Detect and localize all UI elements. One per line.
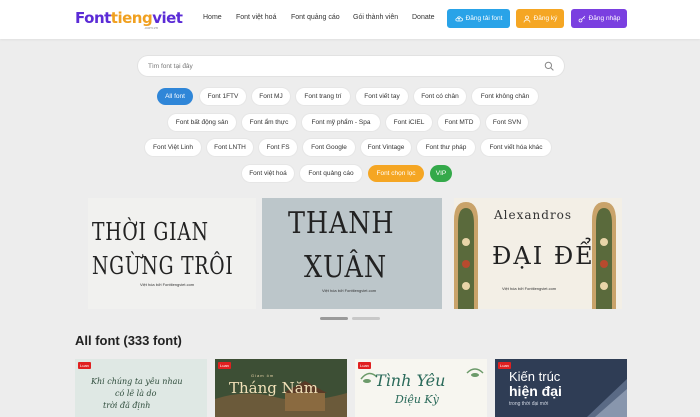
nav-home[interactable]: Home <box>203 14 222 21</box>
chip-font-mtd[interactable]: Font MTD <box>438 114 480 131</box>
chip-font-iciel[interactable]: Font iCIEL <box>386 114 432 131</box>
search-bar <box>138 56 564 76</box>
chip-font-khong-chan[interactable]: Font không chân <box>472 88 538 105</box>
card-badge: Luan <box>358 362 371 369</box>
card-badge: Luan <box>498 362 511 369</box>
chip-font-co-chan[interactable]: Font có chân <box>414 88 466 105</box>
chip-font-viet-hoa[interactable]: Font việt hoá <box>242 165 294 182</box>
banner-slide-thoi-gian[interactable]: THỜI GIAN NGỪNG TRÔI Việt hóa bởi Fontti… <box>88 198 256 309</box>
chip-font-google[interactable]: Font Google <box>303 139 355 156</box>
font-card-2[interactable]: Luan Giam ôm Tháng Năm <box>215 359 347 417</box>
all-font-heading: All font (333 font) <box>75 333 182 348</box>
banner-right-caption: Việt hóa bởi Fonttiengviet.com <box>502 286 557 291</box>
banner-left-line2: NGỪNG TRÔI <box>92 252 234 280</box>
nav-font-quang-cao[interactable]: Font quảng cáo <box>291 14 340 21</box>
login-button[interactable]: Đăng nhập <box>571 9 627 28</box>
register-button[interactable]: Đăng ký <box>516 9 564 28</box>
carousel-dot-1[interactable] <box>320 317 348 320</box>
carousel-dot-2[interactable] <box>352 317 380 320</box>
site-logo[interactable]: Fonttiengviet <box>75 9 183 27</box>
chip-font-svn[interactable]: Font SVN <box>486 114 528 131</box>
chip-font-viet-hoa-khac[interactable]: Font viết hóa khác <box>481 139 551 156</box>
upload-font-button[interactable]: Đăng tải font <box>447 9 510 28</box>
chip-font-mj[interactable]: Font MJ <box>252 88 290 105</box>
search-input[interactable] <box>148 60 528 72</box>
banner-center-line1: THANH <box>288 206 395 241</box>
key-icon <box>578 15 585 22</box>
nav-goi-thanh-vien[interactable]: Gói thành viên <box>353 14 398 21</box>
chip-font-thu-phap[interactable]: Font thư pháp <box>417 139 475 156</box>
chip-font-am-thuc[interactable]: Font ẩm thực <box>242 114 296 131</box>
chip-font-trang-tri[interactable]: Font trang trí <box>296 88 350 105</box>
chip-vip[interactable]: VIP <box>430 165 452 182</box>
banner-slide-dai-de[interactable]: Alexandros ĐẠI ĐỂ Việt hóa bởi Fonttieng… <box>454 198 622 309</box>
banner-right-line2: ĐẠI ĐỂ <box>492 242 595 270</box>
nav-font-viet-hoa[interactable]: Font việt hoá <box>236 14 276 21</box>
user-icon <box>523 15 530 23</box>
search-icon[interactable] <box>544 61 554 71</box>
banner-left-line1: THỜI GIAN <box>92 218 209 246</box>
logo-domain: .com.vn <box>144 25 159 30</box>
carousel-pagination <box>320 317 380 320</box>
chip-all-font[interactable]: All font <box>157 88 193 105</box>
font-card-3[interactable]: Luan Tình Yêu Diệu Kỳ <box>355 359 487 417</box>
card-badge: Luan <box>78 362 91 369</box>
chip-font-viet-linh[interactable]: Font Việt Linh <box>145 139 201 156</box>
chip-font-my-pham-spa[interactable]: Font mỹ phẩm - Spa <box>302 114 380 131</box>
chip-font-fs[interactable]: Font FS <box>259 139 297 156</box>
font-card-4[interactable]: Luan Kiến trúc hiện đại trong thời đại m… <box>495 359 627 417</box>
top-header: Fonttiengviet .com.vn Home Font việt hoá… <box>0 0 700 39</box>
chip-font-bat-dong-san[interactable]: Font bất động sản <box>168 114 236 131</box>
chip-font-lnth[interactable]: Font LNTH <box>207 139 253 156</box>
nav-donate[interactable]: Donate <box>412 14 435 21</box>
banner-slide-thanh-xuan[interactable]: THANH XUÂN Việt hóa bởi Fonttiengviet.co… <box>262 198 442 309</box>
chip-font-1ftv[interactable]: Font 1FTV <box>200 88 246 105</box>
chip-font-viet-tay[interactable]: Font viết tay <box>356 88 408 105</box>
font-card-1[interactable]: Luan Khi chúng ta yêu nhau có lẽ là do t… <box>75 359 207 417</box>
chip-font-quang-cao[interactable]: Font quảng cáo <box>300 165 362 182</box>
card-badge: Luan <box>218 362 231 369</box>
banner-right-line1: Alexandros <box>494 208 573 222</box>
banner-center-caption: Việt hóa bởi Fonttiengviet.com <box>322 288 377 293</box>
chip-font-chon-loc[interactable]: Font chọn lọc <box>368 165 424 182</box>
chip-font-vintage[interactable]: Font Vintage <box>361 139 411 156</box>
banner-center-line2: XUÂN <box>304 250 387 285</box>
banner-left-caption: Việt hóa bởi Fonttiengviet.com <box>140 282 195 287</box>
cloud-upload-icon <box>455 15 463 21</box>
